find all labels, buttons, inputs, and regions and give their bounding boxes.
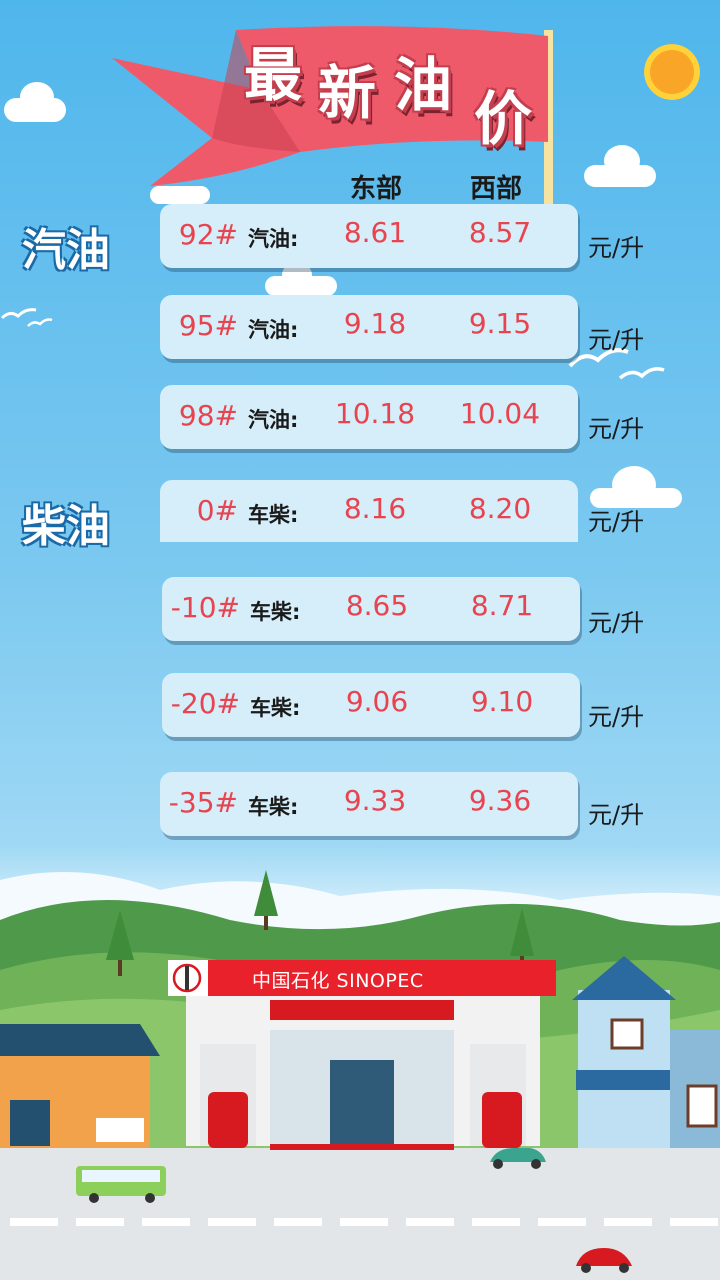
fuel-type: 车柴: xyxy=(250,696,301,720)
price-east: 10.18 xyxy=(334,397,416,430)
price-east: 8.65 xyxy=(345,589,409,622)
unit-label: 元/升 xyxy=(588,703,645,731)
price-west: 9.10 xyxy=(470,685,534,718)
unit-label: 元/升 xyxy=(588,326,645,354)
birds-icon xyxy=(0,308,53,327)
price-west: 8.71 xyxy=(470,589,534,622)
banner-char: 价 xyxy=(474,85,533,153)
fuel-grade: -10# xyxy=(170,591,240,624)
fuel-type: 汽油: xyxy=(248,318,299,342)
gas-station-scene xyxy=(0,870,720,1280)
price-east: 8.61 xyxy=(343,216,407,249)
price-row: -20# 车柴: 9.06 9.10 xyxy=(162,673,580,737)
unit-label: 元/升 xyxy=(588,609,645,637)
price-west: 8.20 xyxy=(468,492,532,525)
fuel-grade: 95# xyxy=(178,309,238,342)
banner-char: 新 xyxy=(318,59,377,127)
price-row: -10# 车柴: 8.65 8.71 xyxy=(162,577,580,641)
price-west: 8.57 xyxy=(468,216,532,249)
banner-title: 最 新 油 价 xyxy=(240,26,560,166)
cloud xyxy=(612,466,656,504)
price-row: -35# 车柴: 9.33 9.36 xyxy=(160,772,578,836)
price-east: 9.06 xyxy=(345,685,409,718)
price-west: 10.04 xyxy=(459,397,541,430)
unit-label: 元/升 xyxy=(588,234,645,262)
fuel-type: 汽油: xyxy=(248,227,299,251)
fuel-grade: -20# xyxy=(170,687,240,720)
fuel-type: 汽油: xyxy=(248,408,299,432)
poster: 最 新 油 价 东部 西部 汽油 柴油 92# 汽油: 8.61 8.57 元/… xyxy=(0,0,720,1280)
fuel-grade: 0# xyxy=(196,494,238,527)
banner-char: 油 xyxy=(394,51,453,119)
fuel-grade: 98# xyxy=(178,399,238,432)
fuel-type: 车柴: xyxy=(248,503,299,527)
price-row: 92# 汽油: 8.61 8.57 xyxy=(160,204,578,268)
fuel-type: 车柴: xyxy=(248,795,299,819)
category-gasoline: 汽油 xyxy=(22,225,110,276)
fuel-type: 车柴: xyxy=(250,600,301,624)
price-west: 9.15 xyxy=(468,307,532,340)
category-diesel: 柴油 xyxy=(22,501,110,552)
unit-label: 元/升 xyxy=(588,415,645,443)
column-header-east: 东部 xyxy=(350,174,403,204)
price-row: 98# 汽油: 10.18 10.04 xyxy=(160,385,578,449)
price-east: 9.33 xyxy=(343,784,407,817)
price-row: 0# 车柴: 8.16 8.20 xyxy=(160,480,578,542)
unit-label: 元/升 xyxy=(588,508,645,536)
sinopec-logo-icon xyxy=(172,963,202,993)
column-header-west: 西部 xyxy=(470,174,523,204)
station-name: 中国石化 SINOPEC xyxy=(252,970,424,992)
fuel-grade: -35# xyxy=(168,786,238,819)
price-east: 9.18 xyxy=(343,307,407,340)
price-row: 95# 汽油: 9.18 9.15 xyxy=(160,295,578,359)
fuel-grade: 92# xyxy=(178,218,238,251)
price-west: 9.36 xyxy=(468,784,532,817)
unit-label: 元/升 xyxy=(588,801,645,829)
banner-char: 最 xyxy=(244,41,303,109)
price-east: 8.16 xyxy=(343,492,407,525)
